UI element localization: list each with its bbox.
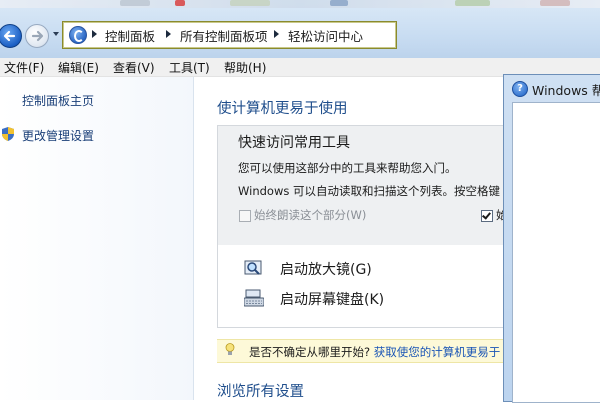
recent-pages-dropdown[interactable] [53, 32, 59, 36]
help-window-title: Windows 帮 [532, 83, 600, 98]
start-onscreen-keyboard-link[interactable]: 启动屏幕键盘(K) [280, 289, 384, 309]
address-bar[interactable]: 控制面板 所有控制面板项 轻松访问中心 [62, 21, 397, 49]
always-read-label[interactable]: 始终朗读这个部分(W) [254, 207, 366, 223]
always-scan-checkbox[interactable] [481, 210, 493, 222]
back-button[interactable] [0, 24, 22, 48]
browse-all-settings-heading: 浏览所有设置 [217, 384, 304, 400]
keyboard-icon [244, 289, 264, 307]
hint-text: 是否不确定从哪里开始? 获取使您的计算机更易于 [249, 344, 500, 360]
control-panel-icon [69, 26, 87, 44]
quick-access-title: 快速访问常用工具 [238, 135, 350, 151]
magnifier-icon [244, 260, 262, 275]
change-admin-settings-link[interactable]: 更改管理设置 [22, 127, 94, 144]
chevron-right-icon[interactable] [274, 30, 279, 38]
control-panel-home-link[interactable]: 控制面板主页 [22, 92, 94, 109]
forward-button[interactable] [25, 24, 49, 48]
menu-edit[interactable]: 编辑(E) [58, 59, 99, 76]
help-icon: ? [512, 81, 528, 97]
quick-access-description: 您可以使用这部分中的工具来帮助您入门。 [238, 161, 457, 175]
chevron-right-icon[interactable] [92, 30, 97, 38]
start-magnifier-link[interactable]: 启动放大镜(G) [280, 259, 372, 279]
page-title: 使计算机更易于使用 [217, 101, 348, 117]
quick-access-scan-text: Windows 可以自动读取和扫描这个列表。按空格键 [238, 184, 500, 198]
hint-question: 是否不确定从哪里开始? [249, 345, 371, 359]
lightbulb-icon [225, 343, 235, 355]
menu-file[interactable]: 文件(F) [4, 59, 44, 76]
breadcrumb-all-items[interactable]: 所有控制面板项 [180, 26, 268, 45]
hint-bar: 是否不确定从哪里开始? 获取使您的计算机更易于 [217, 339, 517, 363]
arrow-right-icon [31, 30, 44, 42]
left-navigation-pane: 控制面板主页 更改管理设置 [0, 77, 194, 400]
taskbar-strip [0, 0, 600, 8]
window-chrome: 控制面板 所有控制面板项 轻松访问中心 [0, 0, 600, 58]
menu-tools[interactable]: 工具(T) [169, 59, 210, 76]
get-recommendations-link[interactable]: 获取使您的计算机更易于 [374, 345, 501, 359]
chevron-right-icon[interactable] [166, 30, 171, 38]
shield-icon [2, 127, 14, 141]
always-read-checkbox[interactable] [239, 210, 251, 222]
quick-access-panel: 快速访问常用工具 您可以使用这部分中的工具来帮助您入门。 Windows 可以自… [217, 125, 518, 247]
help-window[interactable]: ? Windows 帮 [503, 74, 600, 403]
breadcrumb-ease-of-access[interactable]: 轻松访问中心 [288, 26, 363, 45]
menu-view[interactable]: 查看(V) [113, 59, 155, 76]
breadcrumb-control-panel[interactable]: 控制面板 [105, 26, 155, 45]
help-window-body [512, 102, 600, 403]
arrow-left-icon [3, 30, 16, 42]
menu-help[interactable]: 帮助(H) [224, 59, 266, 76]
tools-list: 启动放大镜(G) 启动屏幕键盘(K) [217, 245, 518, 328]
